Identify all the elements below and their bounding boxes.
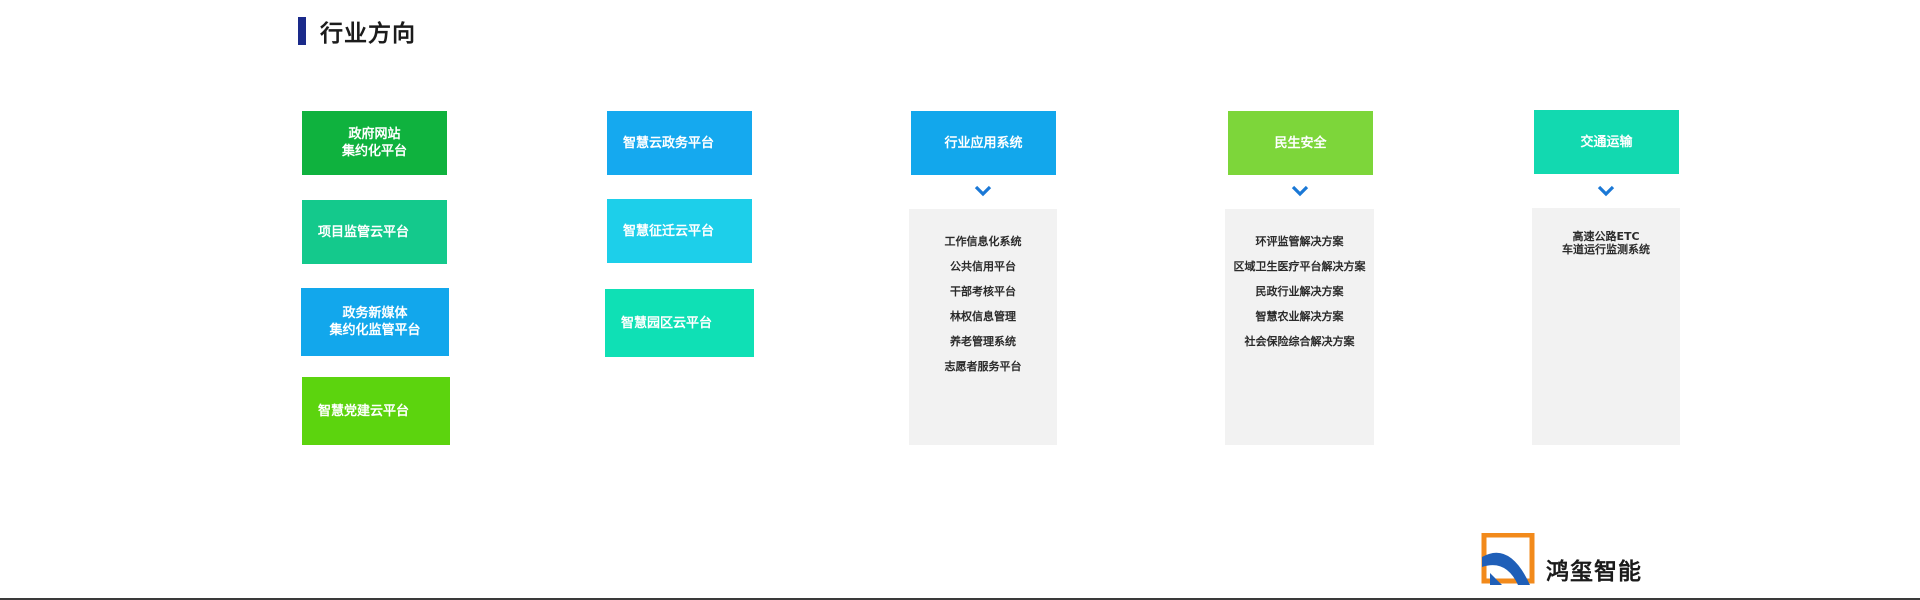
industry-apps-list: 工作信息化系统 公共信用平台 干部考核平台 林权信息管理 养老管理系统 志愿者服… bbox=[909, 209, 1057, 445]
list-item[interactable]: 环评监管解决方案 bbox=[1225, 229, 1374, 254]
chevron-down-icon bbox=[1597, 185, 1615, 197]
list-item[interactable]: 林权信息管理 bbox=[909, 304, 1057, 329]
livelihood-safety-list: 环评监管解决方案 区域卫生医疗平台解决方案 民政行业解决方案 智慧农业解决方案 … bbox=[1225, 209, 1374, 445]
list-item[interactable]: 车道运行监测系统 bbox=[1532, 243, 1680, 256]
list-item[interactable]: 社会保险综合解决方案 bbox=[1225, 329, 1374, 354]
platform-smart-cloud-gov[interactable]: 智慧云政务平台 bbox=[607, 111, 752, 175]
brand-name: 鸿玺智能 bbox=[1546, 559, 1642, 585]
category-industry-apps[interactable]: 行业应用系统 bbox=[911, 111, 1056, 175]
platform-gov-new-media[interactable]: 政务新媒体 集约化监管平台 bbox=[301, 288, 449, 356]
list-item[interactable]: 工作信息化系统 bbox=[909, 229, 1057, 254]
platform-smart-relocation[interactable]: 智慧征迁云平台 bbox=[607, 199, 752, 263]
list-item[interactable]: 区域卫生医疗平台解决方案 bbox=[1225, 254, 1374, 279]
list-item[interactable]: 干部考核平台 bbox=[909, 279, 1057, 304]
page-title: 行业方向 bbox=[320, 21, 416, 47]
transportation-list: 高速公路ETC 车道运行监测系统 bbox=[1532, 208, 1680, 445]
title-accent-bar bbox=[298, 17, 306, 45]
brand-logo-icon bbox=[1481, 533, 1535, 585]
platform-gov-website[interactable]: 政府网站 集约化平台 bbox=[302, 111, 447, 175]
list-item[interactable]: 民政行业解决方案 bbox=[1225, 279, 1374, 304]
category-transportation[interactable]: 交通运输 bbox=[1534, 110, 1679, 174]
platform-project-supervision[interactable]: 项目监管云平台 bbox=[302, 200, 447, 264]
list-item[interactable]: 志愿者服务平台 bbox=[909, 354, 1057, 379]
platform-smart-party[interactable]: 智慧党建云平台 bbox=[302, 377, 450, 445]
list-item[interactable]: 公共信用平台 bbox=[909, 254, 1057, 279]
page-header: 行业方向 bbox=[298, 16, 416, 47]
category-livelihood-safety[interactable]: 民生安全 bbox=[1228, 111, 1373, 175]
list-item[interactable]: 智慧农业解决方案 bbox=[1225, 304, 1374, 329]
list-item[interactable]: 高速公路ETC bbox=[1532, 230, 1680, 243]
chevron-down-icon bbox=[1291, 185, 1309, 197]
platform-smart-park[interactable]: 智慧园区云平台 bbox=[605, 289, 754, 357]
list-item[interactable]: 养老管理系统 bbox=[909, 329, 1057, 354]
chevron-down-icon bbox=[974, 185, 992, 197]
